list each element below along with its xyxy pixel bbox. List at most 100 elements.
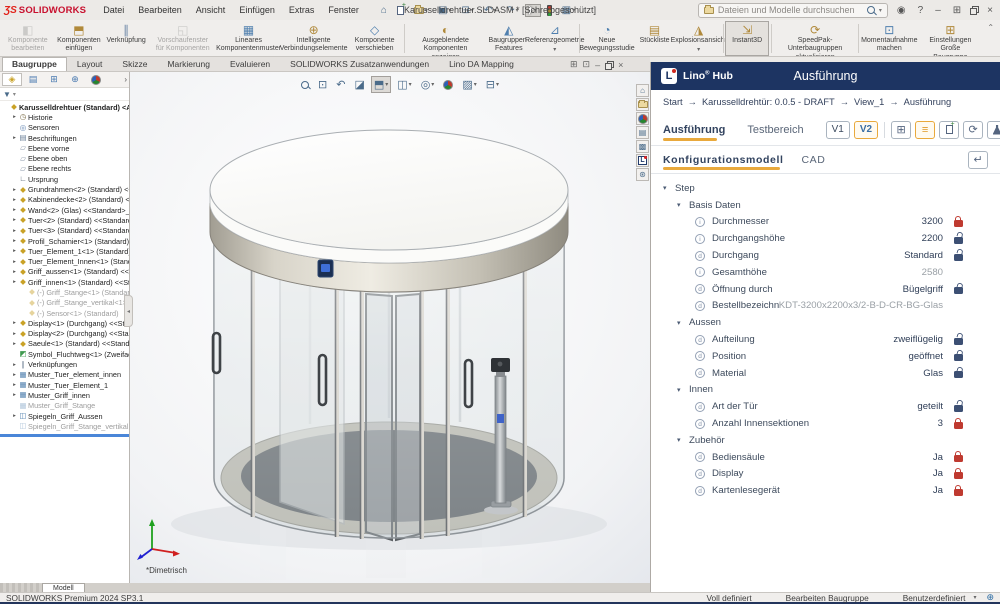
tree-item-profil-scharnier-1-sta[interactable]: ▸◆Profil_Scharnier<1> (Standard) <<St	[0, 236, 129, 246]
param-value[interactable]: KDT-3200x2200x3/2-B-D-CR-BG-Glas	[779, 300, 943, 311]
param-row-ffnung-durch[interactable]: dÖffnung durchBügelgriff	[651, 281, 1000, 298]
custom-properties-button[interactable]: ▩	[636, 140, 649, 153]
tree-item-ebene-rechts[interactable]: ▱Ebene rechts	[0, 164, 129, 174]
unlocked-icon[interactable]	[954, 237, 963, 244]
param-row-display[interactable]: dDisplayJa	[651, 466, 1000, 483]
param-group-basis-daten[interactable]: ▾Basis Daten	[651, 197, 1000, 214]
open-button[interactable]: ▾	[410, 5, 432, 16]
tree-tab-3[interactable]: ⊕	[65, 73, 85, 86]
apply-scene-button[interactable]: ▨▾	[459, 76, 479, 93]
tree-item-griff-stange-vertika[interactable]: ◆(-) Griff_Stange_vertikal<1> (Standa	[0, 298, 129, 308]
search-input[interactable]: Dateien und Modelle durchsuchen ▾	[698, 3, 888, 18]
undo-button[interactable]: ↶▾	[480, 3, 500, 18]
param-row-durchmesser[interactable]: iDurchmesser3200	[651, 214, 1000, 231]
globe-icon[interactable]: ⊕	[986, 592, 994, 603]
tree-item-wand-2-glas-standar[interactable]: ▸◆Wand<2> (Glas) <<Standard>_Anze	[0, 205, 129, 215]
minimize-icon[interactable]: –	[932, 5, 944, 16]
redo-button[interactable]: ↷▾	[502, 3, 522, 18]
refresh-button[interactable]: ⟳	[963, 121, 983, 139]
unlocked-icon[interactable]	[954, 338, 963, 345]
design-library-button[interactable]	[636, 98, 649, 111]
param-value[interactable]: geöffnet	[908, 351, 943, 362]
cascade-icon[interactable]: ⊞	[570, 59, 578, 70]
rebuild-button[interactable]	[543, 3, 556, 18]
tab-solidworks-zusatzanwendungen[interactable]: SOLIDWORKS Zusatzanwendungen	[280, 57, 439, 71]
expand-arrow-icon[interactable]: ▸	[11, 248, 18, 254]
tree-item-karusselldrehtuer-stand[interactable]: ◆Karusselldrehtuer (Standard) <Anzeigest	[0, 102, 129, 112]
subtab-konfigurationsmodell[interactable]: Konfigurationsmodell	[663, 149, 784, 170]
tab-markierung[interactable]: Markierung	[157, 57, 220, 71]
rollback-bar[interactable]	[0, 434, 129, 437]
tree-item-ebene-oben[interactable]: ▱Ebene oben	[0, 153, 129, 163]
section-view-button[interactable]: ◪	[351, 76, 367, 93]
tree-item-muster-griff-stange[interactable]: ▦Muster_Griff_Stange	[0, 401, 129, 411]
ribbon-intelligente-verbindungselemente-button[interactable]: ⊕Intelligente Verbindungselemente	[280, 21, 348, 56]
collapse-caret-icon[interactable]: ▾	[663, 184, 675, 192]
param-row-bestellbezeichnung[interactable]: dBestellbezeichnungKDT-3200x2200x3/2-B-D…	[651, 298, 1000, 315]
tree-item-sensoren[interactable]: ◎Sensoren	[0, 123, 129, 133]
param-value[interactable]: zweiflügelig	[893, 334, 943, 345]
tree-item-display-2-durchgang[interactable]: ▸◆Display<2> (Durchgang) <<Standar	[0, 329, 129, 339]
unlocked-icon[interactable]	[954, 371, 963, 378]
tabs-overflow-icon[interactable]: ›	[124, 75, 127, 84]
expand-arrow-icon[interactable]: ▸	[11, 197, 18, 203]
tree-item-griff-aussen-1-standar[interactable]: ▸◆Griff_aussen<1> (Standard) <<Stan	[0, 267, 129, 277]
param-group-step[interactable]: ▾Step	[651, 180, 1000, 197]
ribbon-momentaufnahme-machen-button[interactable]: ⊡Momentaufnahme machen	[861, 21, 917, 56]
expand-arrow-icon[interactable]: ▸	[11, 135, 18, 141]
param-row-durchgangsh-he[interactable]: iDurchgangshöhe2200	[651, 230, 1000, 247]
ribbon-komponenten-einf-gen-button[interactable]: ⬒Komponenten einfügen▾	[54, 21, 104, 56]
tab-layout[interactable]: Layout	[67, 57, 113, 71]
expand-arrow-icon[interactable]: ▸	[11, 259, 18, 265]
edit-appearance-button[interactable]	[440, 78, 456, 92]
tab-evaluieren[interactable]: Evaluieren	[220, 57, 280, 71]
menu-extras[interactable]: Extras	[282, 3, 322, 17]
tree-filter[interactable]: ▼ ▾	[0, 88, 129, 101]
zoom-fit-button[interactable]	[298, 79, 312, 91]
ribbon-referenzgeometrie-button[interactable]: ⊿Referenzgeometrie▾	[533, 21, 577, 56]
new-position-button[interactable]	[939, 121, 959, 139]
restore-icon[interactable]	[970, 6, 978, 14]
param-value[interactable]: Ja	[933, 468, 943, 479]
param-group-zubeh-r[interactable]: ▾Zubehör	[651, 432, 1000, 449]
param-row-gesamth-he[interactable]: iGesamthöhe2580	[651, 264, 1000, 281]
ribbon-einstellungen-gro-e-baugruppe-button[interactable]: ⊞Einstellungen Große Baugruppe	[918, 21, 984, 56]
expand-arrow-icon[interactable]: ▸	[11, 372, 18, 378]
tree-tab-4[interactable]	[86, 73, 106, 86]
unlocked-icon[interactable]	[954, 254, 963, 261]
tree-item-kabinendecke-2-standar[interactable]: ▸◆Kabinendecke<2> (Standard) <<Sta	[0, 195, 129, 205]
tile-icon[interactable]: ⊡	[583, 59, 591, 70]
menu-fenster[interactable]: Fenster	[321, 3, 366, 17]
param-value[interactable]: 2580	[922, 267, 943, 278]
test-mode-button[interactable]	[987, 121, 1000, 139]
ribbon-speedpak-unterbaugruppen-aktualisieren-button[interactable]: ⟳SpeedPak-Unterbaugruppen aktualisieren	[774, 21, 857, 56]
collapse-caret-icon[interactable]: ▾	[677, 436, 689, 444]
expand-arrow-icon[interactable]: ▸	[11, 382, 18, 388]
view-settings-button[interactable]: ⊟▾	[483, 76, 502, 93]
tree-item-griff-stange-1-sta[interactable]: ◆(-) Griff_Stange<1> (Standard)	[0, 287, 129, 297]
restore-icon[interactable]	[605, 61, 613, 69]
table-view-button[interactable]: ⊞	[891, 121, 911, 139]
tree-tab-0[interactable]: ◈	[2, 73, 22, 86]
tree-item-verkn-pfungen[interactable]: ▸∥Verknüpfungen	[0, 359, 129, 369]
locked-icon[interactable]	[954, 422, 963, 429]
units-caret-icon[interactable]: ▾	[973, 594, 976, 601]
ribbon-explosionsansicht-button[interactable]: ◮Explosionsansicht▾	[677, 21, 721, 56]
file-explorer-button[interactable]: ▤	[636, 126, 649, 139]
param-value[interactable]: Standard	[904, 250, 943, 261]
breadcrumb-karusselldreht-r[interactable]: Karusselldrehtür: 0.0.5 - DRAFT	[702, 97, 835, 107]
param-value[interactable]: 3	[938, 418, 943, 429]
tree-item-grundrahmen-2-standard[interactable]: ▸◆Grundrahmen<2> (Standard) <<Sta	[0, 184, 129, 194]
tree-item-symbol-fluchtweg-1-zwe[interactable]: ◩Symbol_Fluchtweg<1> (Zweifach_F	[0, 349, 129, 359]
expand-arrow-icon[interactable]: ▸	[11, 114, 18, 120]
tree-item-ebene-vorne[interactable]: ▱Ebene vorne	[0, 143, 129, 153]
home-button[interactable]: ⌂	[636, 84, 649, 97]
tab-lino-da-mapping[interactable]: Lino DA Mapping	[439, 57, 524, 71]
tree-item-tuer-3-standard-sta[interactable]: ▸◆Tuer<3> (Standard) <<Standard>_A	[0, 226, 129, 236]
close-icon[interactable]: ×	[984, 5, 996, 16]
param-row-durchgang[interactable]: dDurchgangStandard	[651, 247, 1000, 264]
menu-datei[interactable]: Datei	[96, 3, 131, 17]
param-row-art-der-t-r[interactable]: dArt der Türgeteilt	[651, 398, 1000, 415]
param-value[interactable]: geteilt	[917, 401, 943, 412]
param-row-anzahl-innensektionen[interactable]: dAnzahl Innensektionen3	[651, 415, 1000, 432]
